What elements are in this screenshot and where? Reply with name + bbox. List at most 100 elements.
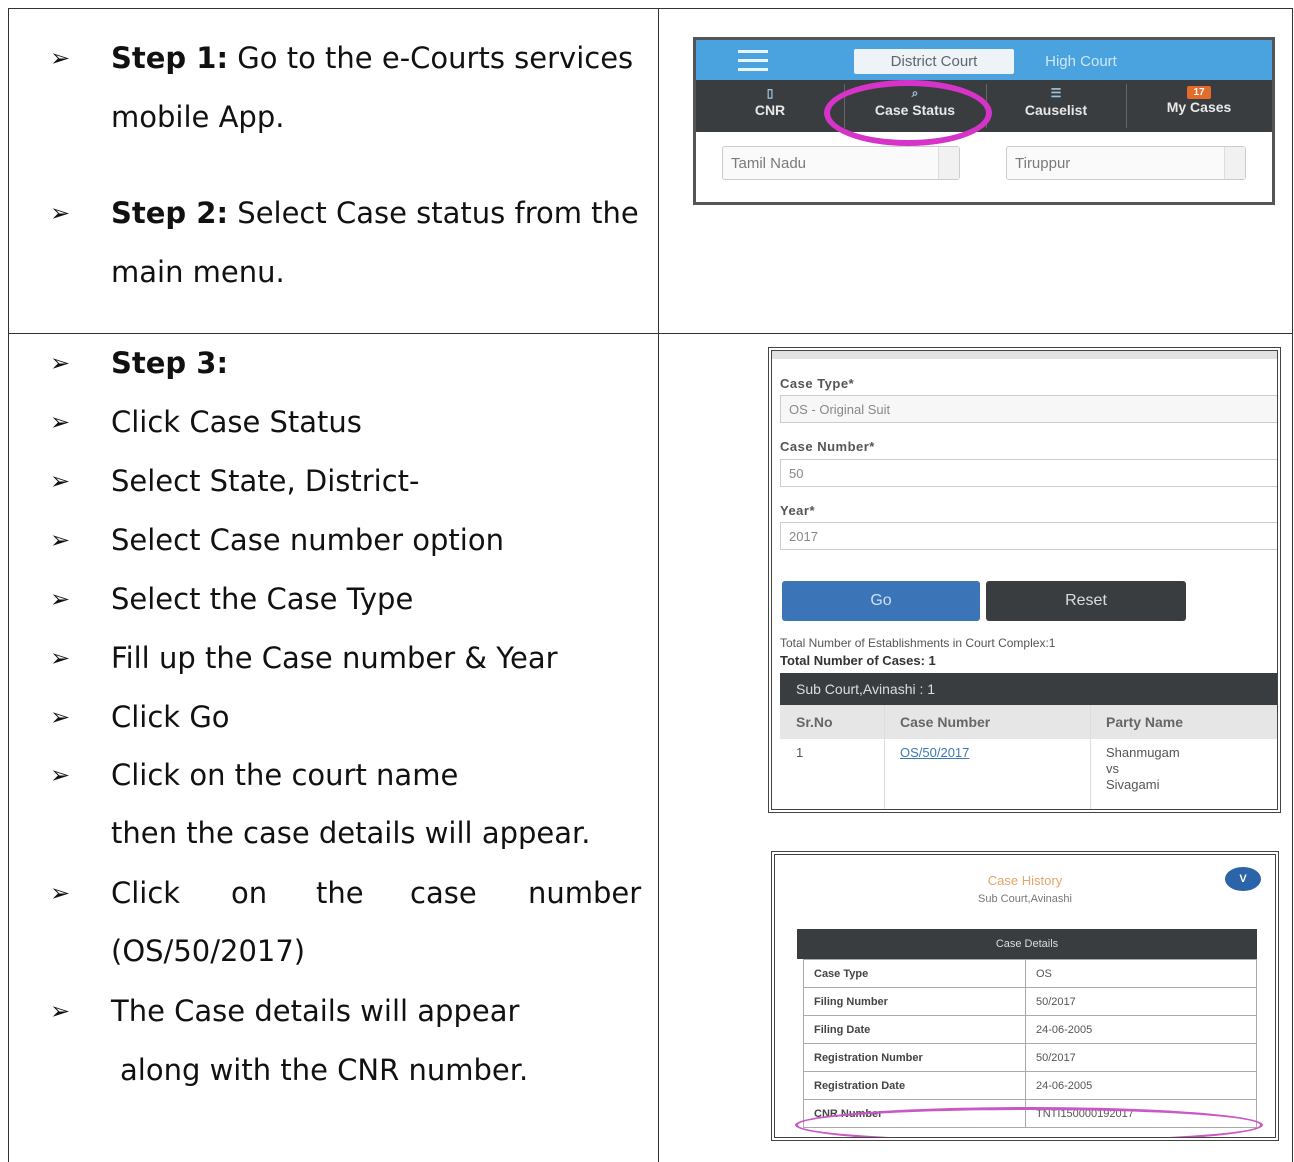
table-cell-sr: 1	[796, 745, 804, 760]
list-item: Fill up the Case number & Year	[111, 641, 558, 675]
tab-high-court[interactable]: High Court	[1021, 49, 1141, 74]
column-header: Party Name	[1090, 705, 1277, 739]
app-top-bar: District Court High Court	[696, 40, 1272, 80]
step2-continuation: main menu.	[111, 255, 285, 289]
state-select[interactable]: Tamil Nadu	[722, 146, 960, 180]
list-item: Select State, District-	[111, 464, 420, 498]
detail-key: Registration Number	[803, 1043, 1026, 1072]
table-row: Case Type OS	[803, 959, 1257, 988]
case-type-label: Case Type*	[780, 376, 855, 391]
total-establishments: Total Number of Establishments in Court …	[780, 636, 1056, 650]
case-details-header: Case Details	[797, 929, 1257, 959]
state-value: Tamil Nadu	[731, 155, 807, 172]
case-history-title: Case History	[987, 873, 1063, 888]
case-number-label: Case Number*	[780, 439, 875, 454]
versus-text: vs	[1106, 761, 1119, 776]
step2-label: Step 2:	[111, 196, 229, 230]
menu-item-label: Causelist	[1024, 102, 1088, 118]
district-value: Tiruppur	[1015, 155, 1071, 172]
list-item-word: case	[410, 876, 477, 910]
case-number-input[interactable]: 50	[780, 459, 1277, 487]
bullet-arrow-icon: ➢	[50, 44, 71, 72]
hamburger-menu-icon[interactable]	[738, 50, 768, 77]
step1-continuation: mobile App.	[111, 100, 285, 134]
case-history-subtitle: Sub Court,Avinashi	[978, 893, 1072, 905]
step2-text: Select Case status from the	[228, 196, 639, 230]
list-item-word: on	[231, 876, 268, 910]
menu-item-label: CNR	[754, 102, 786, 118]
menu-item-cnr[interactable]: ▯ CNR	[696, 80, 844, 132]
detail-value: 50/2017	[1025, 1043, 1257, 1072]
tab-district-court[interactable]: District Court	[854, 49, 1014, 74]
column-header: Sr.No	[780, 705, 884, 739]
step1-line: Step 1: Go to the e-Courts services	[111, 38, 633, 78]
list-item: Click on the court name	[111, 758, 459, 792]
step2-line: Step 2: Select Case status from the	[111, 193, 639, 233]
bullet-arrow-icon: ➢	[50, 349, 71, 377]
detail-value: 50/2017	[1025, 987, 1257, 1016]
menu-item-label: My Cases	[1166, 99, 1232, 115]
case-history-screenshot: Case History Sub Court,Avinashi V Case D…	[771, 851, 1279, 1141]
court-name-bar[interactable]: Sub Court,Avinashi : 1	[780, 673, 1277, 705]
bullet-arrow-icon: ➢	[50, 199, 71, 227]
list-item-continuation: (OS/50/2017)	[111, 934, 306, 968]
highlight-circle	[795, 1107, 1263, 1137]
step1-label: Step 1:	[111, 41, 229, 75]
chevron-down-icon	[938, 147, 959, 179]
party-name: Sivagami	[1106, 777, 1160, 792]
year-input[interactable]: 2017	[780, 522, 1277, 550]
row-divider	[8, 333, 1293, 334]
id-icon: ▯	[766, 86, 774, 100]
list-item: Click Go	[111, 700, 230, 734]
bullet-arrow-icon: ➢	[50, 879, 71, 907]
party-name: Shanmugam	[1106, 745, 1180, 760]
list-item: Select the Case Type	[111, 582, 414, 616]
menu-item-my-cases[interactable]: 17 My Cases	[1126, 80, 1272, 132]
step3-label: Step 3:	[111, 346, 229, 380]
detail-value: OS	[1025, 959, 1257, 988]
table-cell-case-number: OS/50/2017	[884, 739, 1090, 809]
bullet-arrow-icon: ➢	[50, 467, 71, 495]
list-item-word: Click	[111, 876, 181, 910]
year-value: 2017	[789, 529, 818, 544]
reset-button[interactable]: Reset	[986, 581, 1186, 621]
table-row: Registration Number 50/2017	[803, 1043, 1257, 1072]
chevron-down-icon	[1224, 147, 1245, 179]
case-type-select[interactable]: OS - Original Suit	[780, 395, 1277, 423]
total-cases: Total Number of Cases: 1	[780, 653, 936, 668]
case-type-value: OS - Original Suit	[789, 402, 891, 417]
list-item: Click Case Status	[111, 405, 362, 439]
table-row: Registration Date 24-06-2005	[803, 1071, 1257, 1100]
column-divider	[658, 8, 659, 1162]
case-number-link[interactable]: OS/50/2017	[900, 745, 969, 760]
bullet-arrow-icon: ➢	[50, 526, 71, 554]
list-item-continuation: then the case details will appear.	[111, 816, 591, 850]
list-item-word: the	[316, 876, 364, 910]
version-badge[interactable]: V	[1225, 867, 1261, 891]
count-badge: 17	[1187, 86, 1211, 99]
district-select[interactable]: Tiruppur	[1006, 146, 1246, 180]
case-status-form-screenshot: Case Type* OS - Original Suit Case Numbe…	[768, 347, 1281, 813]
app-header-screenshot: District Court High Court ▯ CNR ⌕ Case S…	[693, 37, 1275, 205]
menu-item-causelist[interactable]: ☰ Causelist	[986, 80, 1126, 132]
detail-value: 24-06-2005	[1025, 1071, 1257, 1100]
detail-key: Registration Date	[803, 1071, 1026, 1100]
bullet-arrow-icon: ➢	[50, 408, 71, 436]
table-row: Filing Date 24-06-2005	[803, 1015, 1257, 1044]
bullet-arrow-icon: ➢	[50, 761, 71, 789]
list-item-continuation: along with the CNR number.	[120, 1053, 529, 1087]
list-icon: ☰	[1050, 86, 1062, 100]
detail-key: Case Type	[803, 959, 1026, 988]
list-item: The Case details will appear	[111, 994, 520, 1028]
detail-key: Filing Date	[803, 1015, 1026, 1044]
detail-value: 24-06-2005	[1025, 1015, 1257, 1044]
case-number-value: 50	[789, 466, 804, 481]
bullet-arrow-icon: ➢	[50, 997, 71, 1025]
case-details-table: Case Type OS Filing Number 50/2017 Filing …	[803, 959, 1257, 1128]
column-header: Case Number	[884, 705, 1090, 739]
year-label: Year*	[780, 503, 816, 518]
go-button[interactable]: Go	[782, 581, 980, 621]
table-row: Filing Number 50/2017	[803, 987, 1257, 1016]
step1-text: Go to the e-Courts services	[228, 41, 634, 75]
table-cell-party: Shanmugam vs Sivagami	[1090, 739, 1277, 809]
